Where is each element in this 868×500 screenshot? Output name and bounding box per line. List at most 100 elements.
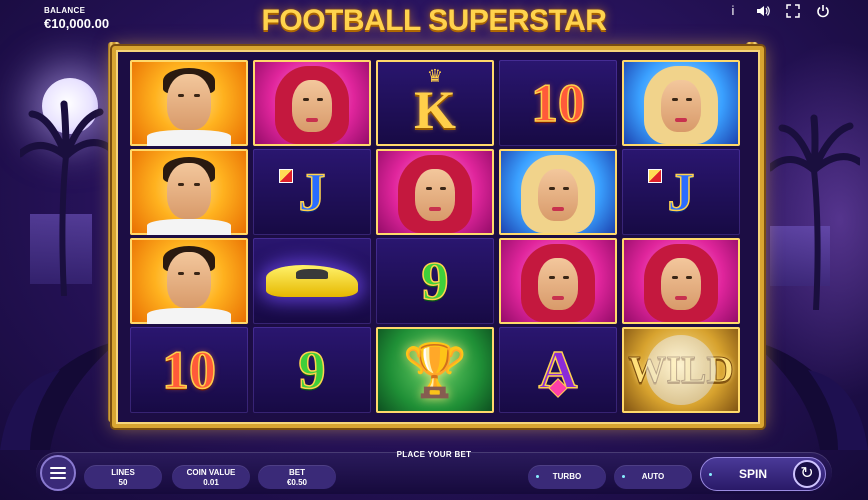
menu-icon-line bbox=[50, 472, 66, 474]
auto-label: AUTO bbox=[641, 472, 665, 481]
symbol-blonde-woman bbox=[499, 149, 617, 235]
game-logo: FOOTBALL SUPERSTAR bbox=[261, 4, 607, 37]
player-eye bbox=[178, 183, 184, 186]
player-eye bbox=[194, 272, 200, 275]
symbol-letter: 10 bbox=[530, 73, 586, 133]
menu-icon-line bbox=[50, 477, 66, 479]
coin-value-value: 0.01 bbox=[203, 478, 219, 487]
trophy-icon: 🏆 bbox=[402, 341, 468, 400]
player-face bbox=[167, 163, 211, 219]
auto-indicator bbox=[622, 475, 625, 478]
symbol-j: J bbox=[622, 149, 740, 235]
spin-button[interactable]: SPIN ↻ bbox=[700, 457, 826, 491]
woman-lips bbox=[675, 118, 687, 122]
symbol-letter: J bbox=[667, 162, 696, 222]
woman-eye bbox=[440, 187, 446, 190]
woman-face bbox=[415, 169, 455, 221]
player-eye bbox=[178, 272, 184, 275]
woman-eye bbox=[426, 187, 432, 190]
palm-tree-right bbox=[770, 114, 860, 310]
woman-eye bbox=[672, 98, 678, 101]
player-shirt bbox=[147, 308, 231, 324]
symbol-9: 9 bbox=[376, 238, 494, 324]
woman-lips bbox=[552, 296, 564, 300]
bet-selector[interactable]: BET €0.50 bbox=[258, 465, 336, 489]
symbol-football-player bbox=[130, 238, 248, 324]
flag-badge-icon bbox=[279, 169, 293, 183]
auto-button[interactable]: AUTO bbox=[614, 465, 692, 489]
woman-face bbox=[538, 258, 578, 310]
player-eye bbox=[178, 94, 184, 97]
symbol-redhead-woman bbox=[376, 149, 494, 235]
woman-face bbox=[661, 80, 701, 132]
palm-tree-left bbox=[20, 100, 110, 296]
spin-indicator bbox=[709, 473, 712, 476]
woman-eye bbox=[686, 98, 692, 101]
menu-icon-line bbox=[50, 467, 66, 469]
woman-face bbox=[538, 169, 578, 221]
symbol-10: 10 bbox=[130, 327, 248, 413]
coin-value-label: COIN VALUE bbox=[186, 468, 236, 477]
symbol-redhead-woman bbox=[622, 238, 740, 324]
fullscreen-icon[interactable] bbox=[786, 4, 800, 18]
top-toolbar: i bbox=[726, 4, 830, 18]
player-eye bbox=[194, 183, 200, 186]
football-icon bbox=[646, 335, 716, 405]
player-eye bbox=[194, 94, 200, 97]
symbol-letter: K bbox=[413, 80, 456, 140]
spin-label: SPIN bbox=[739, 467, 768, 481]
symbol-letter: J bbox=[298, 162, 327, 222]
turbo-button[interactable]: TURBO bbox=[528, 465, 606, 489]
info-icon[interactable]: i bbox=[726, 4, 740, 18]
turbo-label: TURBO bbox=[552, 472, 582, 481]
power-icon[interactable] bbox=[816, 4, 830, 18]
lines-value: 50 bbox=[118, 478, 128, 487]
player-shirt bbox=[147, 219, 231, 235]
turbo-indicator bbox=[536, 475, 539, 478]
woman-lips bbox=[429, 207, 441, 211]
woman-eye bbox=[303, 98, 309, 101]
symbol-a: A bbox=[499, 327, 617, 413]
reel-grid: ♛K 10 J J 9 10 9 🏆 AWILD bbox=[130, 60, 740, 414]
symbol-9: 9 bbox=[253, 327, 371, 413]
woman-eye bbox=[686, 276, 692, 279]
menu-button[interactable] bbox=[40, 455, 76, 491]
woman-lips bbox=[306, 118, 318, 122]
woman-eye bbox=[672, 276, 678, 279]
sound-icon[interactable] bbox=[756, 4, 770, 18]
symbol-redhead-woman bbox=[499, 238, 617, 324]
woman-eye bbox=[317, 98, 323, 101]
woman-face bbox=[292, 80, 332, 132]
spin-icon: ↻ bbox=[793, 460, 821, 488]
symbol-football-player bbox=[130, 60, 248, 146]
symbol-wild: WILD bbox=[622, 327, 740, 413]
lines-label: LINES bbox=[111, 468, 135, 477]
woman-eye bbox=[563, 187, 569, 190]
player-face bbox=[167, 252, 211, 308]
symbol-j: J bbox=[253, 149, 371, 235]
symbol-10: 10 bbox=[499, 60, 617, 146]
symbol-sports-car bbox=[253, 238, 371, 324]
player-face bbox=[167, 74, 211, 130]
symbol-trophy: 🏆 bbox=[376, 327, 494, 413]
woman-lips bbox=[675, 296, 687, 300]
player-shirt bbox=[147, 130, 231, 146]
crown-icon: ♛ bbox=[426, 66, 444, 86]
coin-value-selector[interactable]: COIN VALUE 0.01 bbox=[172, 465, 250, 489]
lines-selector[interactable]: LINES 50 bbox=[84, 465, 162, 489]
balance-label: BALANCE bbox=[44, 6, 86, 15]
flag-badge-icon bbox=[648, 169, 662, 183]
woman-eye bbox=[549, 276, 555, 279]
woman-lips bbox=[552, 207, 564, 211]
woman-face bbox=[661, 258, 701, 310]
symbol-blonde-woman bbox=[622, 60, 740, 146]
symbol-letter: 9 bbox=[421, 251, 450, 311]
woman-eye bbox=[549, 187, 555, 190]
bet-value: €0.50 bbox=[286, 478, 308, 487]
balance-value: €10,000.00 bbox=[44, 16, 110, 31]
sports-car bbox=[266, 265, 358, 297]
symbol-football-player bbox=[130, 149, 248, 235]
bet-label: BET bbox=[289, 468, 305, 477]
symbol-k: ♛ K bbox=[376, 60, 494, 146]
woman-eye bbox=[563, 276, 569, 279]
